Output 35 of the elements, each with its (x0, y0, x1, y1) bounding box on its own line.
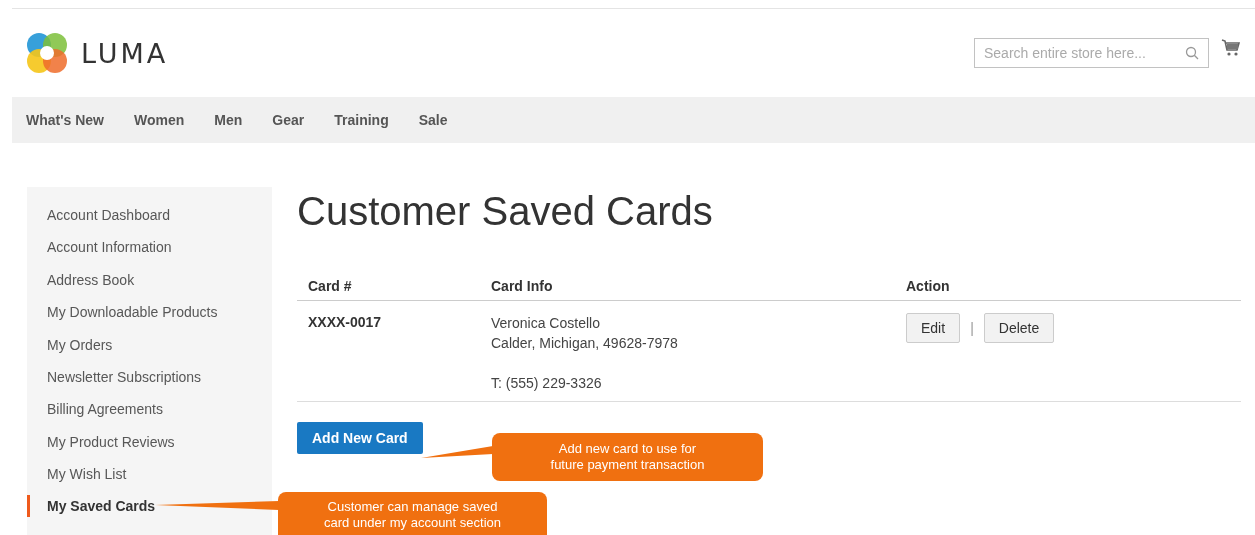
nav-link[interactable]: Men (214, 112, 243, 128)
phone-number: T: (555) 229-3326 (491, 374, 603, 393)
nav-link[interactable]: Women (134, 112, 185, 128)
sidebar-item[interactable]: Address Book (27, 268, 272, 302)
logo-text[interactable]: LUMA (81, 37, 169, 69)
sidebar-item[interactable]: My Product Reviews (27, 430, 272, 464)
sidebar-item[interactable]: Account Dashboard (27, 204, 272, 237)
leader-line (421, 446, 493, 460)
separator-text: | (970, 320, 974, 336)
sidebar-item[interactable]: My Downloadable Products (27, 301, 272, 334)
callout-note: Customer can manage saved card under my account section (278, 492, 547, 535)
page-title: Customer Saved Cards (297, 189, 714, 233)
column-header: Card # (307, 278, 353, 294)
nav-link[interactable]: Sale (418, 112, 448, 128)
add-new-card-button[interactable]: Add New Card (297, 422, 423, 454)
nav-link[interactable]: What's New (26, 112, 104, 128)
nav-link[interactable]: Training (334, 112, 389, 128)
card-info-line: Calder, Michigan, 49628-7978 (491, 334, 679, 353)
column-header: Action (905, 278, 951, 294)
sidebar-item[interactable]: Newsletter Subscriptions (27, 365, 272, 399)
sidebar-item[interactable]: My Wish List (27, 463, 272, 496)
card-number: XXXX-0017 (308, 314, 382, 330)
card-info-line: Veronica Costello (491, 314, 601, 333)
callout-note: Add new card to use for future payment transaction (492, 433, 763, 481)
sidebar-item[interactable]: Account Information (27, 236, 272, 269)
edit-button[interactable]: Edit (906, 313, 961, 343)
cart-icon[interactable] (1221, 38, 1241, 58)
sidebar-item[interactable]: My Orders (27, 333, 272, 366)
search-icon[interactable] (1185, 46, 1199, 60)
delete-button[interactable]: Delete (983, 313, 1055, 343)
logo-icon[interactable] (25, 31, 69, 75)
search-field[interactable]: Search entire store here... (974, 38, 1209, 68)
sidebar-item[interactable]: Billing Agreements (27, 398, 272, 431)
column-header: Card Info (490, 278, 554, 294)
nav-link[interactable]: Gear (272, 112, 305, 128)
